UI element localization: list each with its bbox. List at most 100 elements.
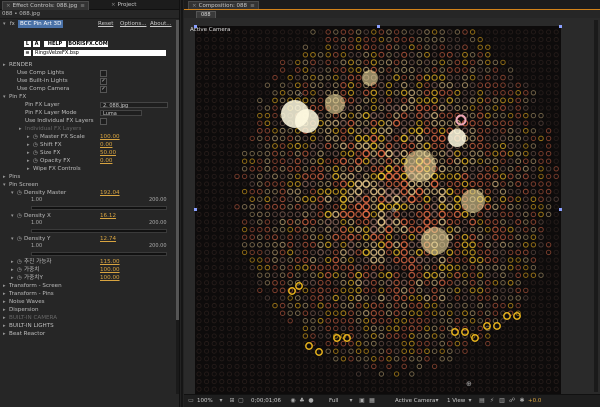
param-value[interactable]: 50.00 xyxy=(100,149,116,157)
param-value[interactable]: 100.00 xyxy=(100,274,120,282)
checkbox[interactable]: ✓ xyxy=(100,86,107,93)
menu-icon[interactable]: ≡ xyxy=(80,3,85,9)
stopwatch-icon[interactable]: ◷ xyxy=(33,149,38,157)
disclosure-triangle-icon[interactable]: ▸ xyxy=(11,266,14,274)
disclosure-triangle-icon[interactable]: ▸ xyxy=(3,173,6,181)
param-row[interactable]: ▸ ◷ 가중치Y 100.00 xyxy=(0,274,180,282)
param-row[interactable]: ▸ ◷ Master FX Scale 100.00 xyxy=(0,133,180,141)
tab-project[interactable]: × Project xyxy=(108,1,139,9)
param-row[interactable]: ▸ ◷ Shift FX 0.00 xyxy=(0,141,180,149)
light-icon[interactable]: ◇ xyxy=(298,92,303,98)
disclosure-triangle-icon[interactable]: ▸ xyxy=(27,141,30,149)
mask-icon[interactable]: ▢ xyxy=(238,398,244,404)
checkbox[interactable] xyxy=(100,70,107,77)
disclosure-triangle-icon[interactable]: ▸ xyxy=(3,298,6,306)
left-scrollbar-thumb[interactable] xyxy=(176,20,179,320)
param-value[interactable]: 16.12 xyxy=(100,212,116,220)
param-value[interactable]: 115.00 xyxy=(100,258,120,266)
param-value[interactable]: 192.04 xyxy=(100,189,120,197)
disclosure-triangle-icon[interactable]: ▸ xyxy=(19,125,22,133)
stopwatch-icon[interactable]: ◷ xyxy=(17,189,22,197)
show-snapshot-icon[interactable]: ♣ xyxy=(299,398,305,404)
param-row[interactable]: ▸ Dispersion xyxy=(0,306,180,314)
disclosure-triangle-icon[interactable]: ▸ xyxy=(3,61,6,69)
param-value[interactable]: 0.00 xyxy=(100,157,112,165)
param-row[interactable]: ▾ ◷ Density Y 12.74 xyxy=(0,235,180,243)
param-row[interactable]: Pin FX Layer Mode Luma xyxy=(0,109,180,117)
preset-icon[interactable]: ≡ xyxy=(24,50,31,56)
close-icon[interactable]: × xyxy=(111,2,116,8)
chevron-down-icon[interactable]: ▾ xyxy=(467,398,473,404)
param-dropdown[interactable]: 2. 088.jpg xyxy=(100,102,168,109)
stopwatch-icon[interactable]: ◷ xyxy=(33,157,38,165)
toggle-pixel-aspect-icon[interactable]: ▤ xyxy=(479,398,485,404)
param-row[interactable]: ▸ Individual FX Layers xyxy=(0,125,180,133)
param-row[interactable]: Use Individual FX Layers xyxy=(0,117,180,125)
help-button[interactable]: HELP xyxy=(44,41,66,47)
resolution-select[interactable]: Full xyxy=(329,397,338,405)
param-row[interactable]: ▸ RENDER xyxy=(0,61,180,69)
param-dropdown[interactable]: Luma xyxy=(100,110,142,117)
disclosure-triangle-icon[interactable]: ▸ xyxy=(27,149,30,157)
param-row[interactable]: ▸ ◷ Size FX 50.00 xyxy=(0,149,180,157)
disclosure-triangle-icon[interactable]: ▸ xyxy=(27,165,30,173)
param-value[interactable]: 100.00 xyxy=(100,266,120,274)
param-row[interactable]: ▸ ◷ Opacity FX 0.00 xyxy=(0,157,180,165)
collapse-triangle-icon[interactable]: ▾ xyxy=(3,20,6,28)
param-row[interactable]: Pin FX Layer 2. 088.jpg xyxy=(0,101,180,109)
stopwatch-icon[interactable]: ◷ xyxy=(17,212,22,220)
disclosure-triangle-icon[interactable]: ▸ xyxy=(3,306,6,314)
always-preview-icon[interactable]: ▭ xyxy=(188,398,194,404)
stopwatch-icon[interactable]: ◷ xyxy=(33,133,38,141)
options-button[interactable]: Options... xyxy=(120,20,146,28)
param-value[interactable]: 12.74 xyxy=(100,235,116,243)
param-row[interactable]: ▸ Transform - Screen xyxy=(0,282,180,290)
left-scrollbar[interactable] xyxy=(176,20,179,394)
channel-icon[interactable]: ● xyxy=(308,398,314,404)
disclosure-triangle-icon[interactable]: ▾ xyxy=(3,181,6,189)
param-row[interactable]: ▾ Pin FX xyxy=(0,93,180,101)
disclosure-triangle-icon[interactable]: ▸ xyxy=(3,290,6,298)
param-row[interactable]: Use Built-in Lights ✓ xyxy=(0,77,180,85)
reset-button[interactable]: Reset xyxy=(98,20,113,28)
chevron-down-icon[interactable]: ▾ xyxy=(218,398,224,404)
param-row[interactable]: ▸ Pins xyxy=(0,173,180,181)
stopwatch-icon[interactable]: ◷ xyxy=(33,141,38,149)
anchor-point-icon[interactable]: ⊕ xyxy=(391,207,397,214)
borisfx-link[interactable]: BORISFX.COM xyxy=(68,41,108,47)
disclosure-triangle-icon[interactable]: ▾ xyxy=(11,189,14,197)
checkbox[interactable]: ✓ xyxy=(100,78,107,85)
snapshot-icon[interactable]: ◉ xyxy=(290,398,296,404)
about-button[interactable]: About... xyxy=(150,20,172,28)
param-row[interactable]: ▸ ◷ 가중치 100.00 xyxy=(0,266,180,274)
composition-canvas[interactable] xyxy=(195,26,561,394)
disclosure-triangle-icon[interactable]: ▸ xyxy=(3,330,6,338)
param-value[interactable]: 100.00 xyxy=(100,133,120,141)
right-scrollbar[interactable] xyxy=(594,20,598,392)
param-row[interactable]: ▸ BUILT-IN CAMERA xyxy=(0,314,180,322)
param-row[interactable]: Use Comp Lights xyxy=(0,69,180,77)
disclosure-triangle-icon[interactable]: ▸ xyxy=(3,322,6,330)
param-slider[interactable] xyxy=(31,229,167,233)
param-slider[interactable] xyxy=(31,252,167,256)
stopwatch-icon[interactable]: ◷ xyxy=(17,274,22,282)
tab-effect-controls[interactable]: × Effect Controls: 088.jpg ≡ xyxy=(2,1,89,10)
transform-handle[interactable] xyxy=(559,25,562,28)
stopwatch-icon[interactable]: ◷ xyxy=(17,258,22,266)
param-row[interactable]: ▾ Pin Screen xyxy=(0,181,180,189)
chevron-down-icon[interactable]: ▾ xyxy=(434,398,440,404)
transform-handle[interactable] xyxy=(194,208,197,211)
timeline-icon[interactable]: ▥ xyxy=(499,398,505,404)
disclosure-triangle-icon[interactable]: ▸ xyxy=(11,274,14,282)
disclosure-triangle-icon[interactable]: ▸ xyxy=(3,314,6,322)
param-row[interactable]: ▾ ◷ Density X 16.12 xyxy=(0,212,180,220)
param-row[interactable]: Use Comp Camera ✓ xyxy=(0,85,180,93)
param-row[interactable]: ▸ Beat Reactor xyxy=(0,330,180,338)
transparency-grid-icon[interactable]: ▦ xyxy=(369,398,375,404)
disclosure-triangle-icon[interactable]: ▸ xyxy=(27,133,30,141)
panel-divider[interactable] xyxy=(181,0,183,407)
effect-header[interactable]: ▾ fx BCC Pin Art 3D Reset Options... Abo… xyxy=(0,20,180,28)
zoom-select[interactable]: 100% xyxy=(197,397,213,405)
preset-file-input[interactable]: RingsVelzeFX.bsp xyxy=(33,50,166,56)
transform-handle[interactable] xyxy=(377,25,380,28)
